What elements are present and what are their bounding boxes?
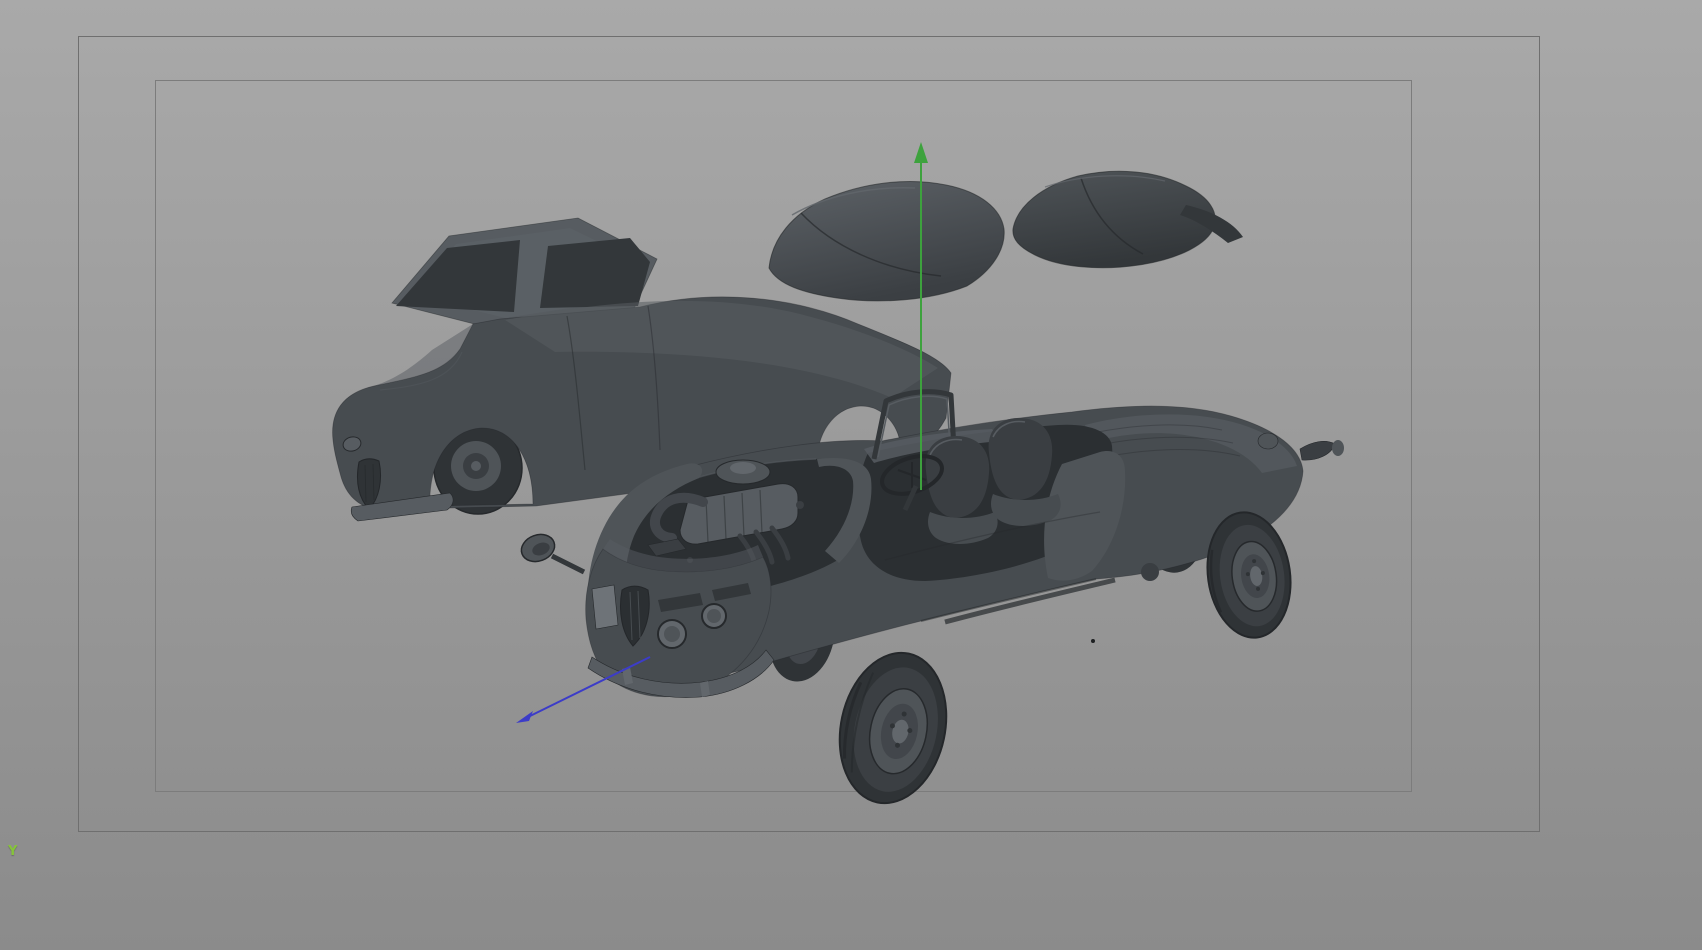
glass-canopy-rear-object[interactable] xyxy=(1012,170,1243,269)
z-axis-arrowhead xyxy=(516,711,533,723)
glass-canopy-front-object[interactable] xyxy=(768,181,1005,302)
body-rear-window-opening xyxy=(540,238,650,308)
headlight-right-lens xyxy=(707,609,721,623)
license-plate xyxy=(591,584,619,630)
headlamp-pod-stalk xyxy=(550,553,586,575)
headlight-left-lens xyxy=(664,626,680,642)
viewport-3d[interactable]: Y xyxy=(0,0,1702,950)
glass-front-surface xyxy=(768,181,1005,302)
wheel-front-large xyxy=(838,651,948,805)
point-marker[interactable] xyxy=(1091,639,1095,643)
arch-wheel-hub xyxy=(471,461,481,471)
differential-housing xyxy=(1141,563,1159,581)
engine-air-cleaner-cap xyxy=(730,462,756,474)
engine-bolt-1 xyxy=(796,501,804,509)
fuel-filler-cap xyxy=(1257,432,1279,450)
y-axis-arrowhead xyxy=(914,142,928,163)
world-axis-y-label: Y xyxy=(8,844,18,859)
tail-knob xyxy=(1332,440,1344,456)
glass-rear-surface xyxy=(1012,170,1216,269)
tail-bumperette xyxy=(1299,440,1336,461)
scene-svg xyxy=(332,142,1344,805)
